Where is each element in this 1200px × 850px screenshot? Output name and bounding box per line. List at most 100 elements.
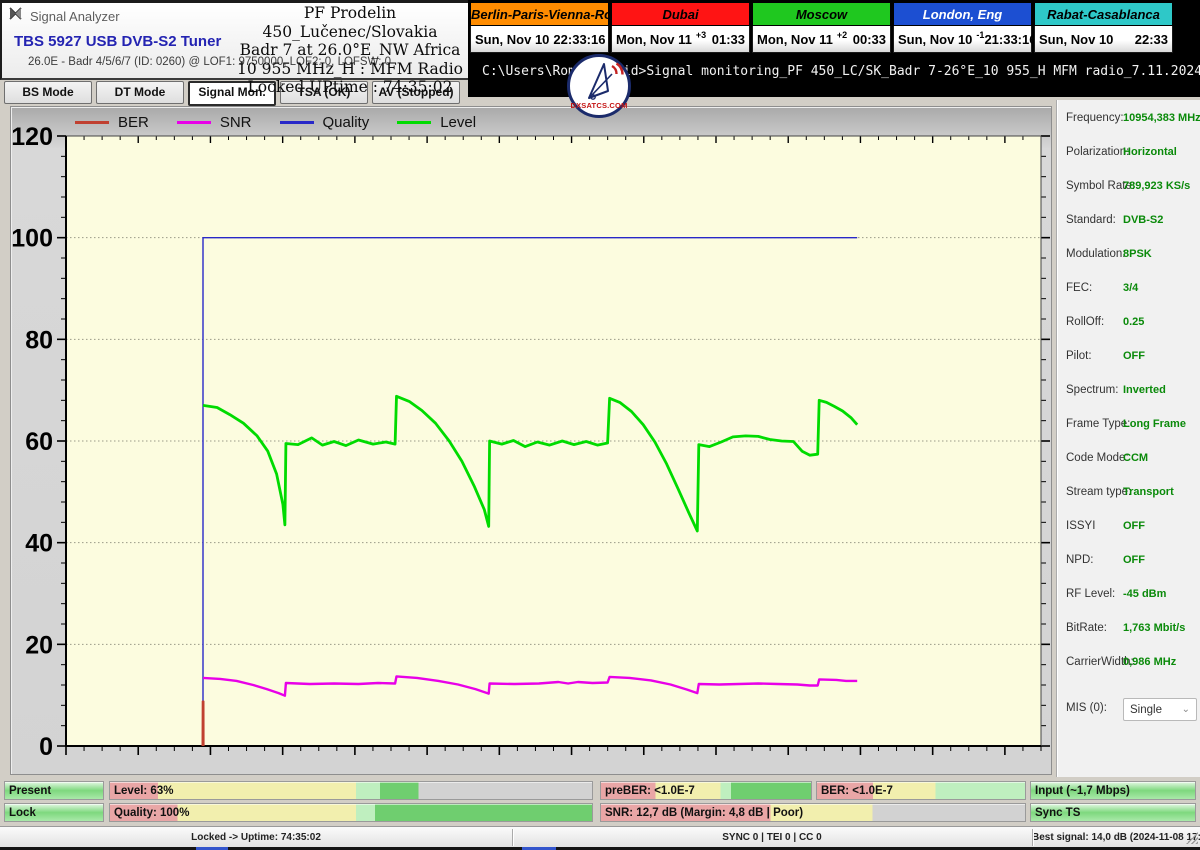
- dxsatcs-logo: DXSATCS.COM: [567, 54, 631, 118]
- snr-meter: SNR: 12,7 dB (Margin: 4,8 dB | Poor): [600, 803, 1026, 822]
- signal-info-row: RF Level: -45 dBm: [1066, 588, 1196, 604]
- tuner-name: TBS 5927 USB DVB-S2 Tuner: [14, 33, 222, 50]
- ber-meter-label: BER: <1.0E-7: [821, 784, 893, 797]
- level-meter: Level: 63%: [109, 781, 593, 800]
- caption-line-uptime: Locked UPtime : 74:35:02: [247, 78, 453, 96]
- signal-info-row: Frequency: 10954,383 MHz: [1066, 112, 1200, 128]
- preber-meter-label: preBER: <1.0E-7: [605, 784, 695, 797]
- titlebar: Signal Analyzer: [8, 6, 120, 26]
- signal-info-value: 10954,383 MHz: [1123, 112, 1200, 124]
- signal-info-value: OFF: [1123, 350, 1145, 362]
- signal-info-label: Code Mode:: [1066, 452, 1129, 464]
- ber-meter: BER: <1.0E-7: [816, 781, 1026, 800]
- signal-info-row: Frame Type: Long Frame: [1066, 418, 1196, 434]
- signal-info-value: 3/4: [1123, 282, 1139, 294]
- signal-info-label: RF Level:: [1066, 588, 1116, 600]
- signal-info-value: OFF: [1123, 554, 1145, 566]
- svg-text:100: 100: [11, 225, 53, 253]
- caption-line-satellite: Badr 7 at 26.0°E_NW Africa: [239, 41, 461, 59]
- clock-rabat: Rabat-Casablanca Sun, Nov 10 22:33: [1034, 2, 1173, 53]
- preber-meter: preBER: <1.0E-7: [600, 781, 812, 800]
- signal-info-value: OFF: [1123, 520, 1145, 532]
- chevron-down-icon: ⌄: [1181, 704, 1190, 715]
- bottom-statusbar: Locked -> Uptime: 74:35:02 SYNC 0 | TEI …: [0, 826, 1200, 847]
- clock-datetime: Sun, Nov 10 22:33: [1034, 26, 1173, 53]
- signal-chart: 0 20 40 60 80 100 120: [11, 123, 1050, 761]
- signal-info-label: Frame Type:: [1066, 418, 1131, 430]
- signal-info-label: Spectrum:: [1066, 384, 1119, 396]
- signal-info-label: FEC:: [1066, 282, 1093, 294]
- monitoring-caption: PF Prodelin 450_Lučenec/Slovakia Badr 7 …: [222, 4, 478, 97]
- signal-info-label: Pilot:: [1066, 350, 1092, 362]
- svg-text:20: 20: [25, 631, 53, 659]
- caption-line-frequency: 10 955 MHz_H : MFM Radio: [237, 59, 463, 78]
- signal-info-row: CarrierWidth: 0,986 MHz: [1066, 656, 1196, 672]
- signal-info-value: Long Frame: [1123, 418, 1186, 430]
- tab-bs-mode[interactable]: BS Mode: [4, 81, 92, 104]
- lock-indicator: Lock: [4, 803, 104, 822]
- statusbar-best-signal: Best signal: 14,0 dB (2024-11-08 17:49): [1032, 832, 1200, 843]
- window-title: Signal Analyzer: [30, 8, 120, 24]
- dxsatcs-logo-text: DXSATCS.COM: [570, 101, 628, 110]
- mis-label: MIS (0):: [1066, 702, 1107, 714]
- signal-info-value: 1,763 Mbit/s: [1123, 622, 1186, 634]
- clock-city-label: Moscow: [752, 2, 891, 26]
- signal-info-value: 789,923 KS/s: [1123, 180, 1191, 192]
- signal-info-value: 0,986 MHz: [1123, 656, 1177, 668]
- signal-info-row: FEC: 3/4: [1066, 282, 1196, 298]
- signal-info-label: Frequency:: [1066, 112, 1124, 124]
- signal-info-label: Stream type:: [1066, 486, 1132, 498]
- signal-info-row: BitRate: 1,763 Mbit/s: [1066, 622, 1196, 638]
- quality-meter: Quality: 100%: [109, 803, 593, 822]
- svg-text:0: 0: [39, 733, 53, 761]
- signal-info-value: -45 dBm: [1123, 588, 1167, 600]
- clock-london: London, Eng Sun, Nov 10 -1 21:33:16: [893, 2, 1036, 53]
- signal-chart-panel: BER SNR Quality Level 0 20 40 60 80 100 120: [10, 106, 1052, 775]
- signal-info-label: Standard:: [1066, 214, 1116, 226]
- signal-info-row: Standard: DVB-S2: [1066, 214, 1196, 230]
- present-indicator-label: Present: [9, 784, 52, 797]
- syncts-indicator: Sync TS: [1030, 803, 1196, 822]
- signal-info-row: ISSYI OFF: [1066, 520, 1196, 536]
- clock-datetime: Mon, Nov 11 +3 01:33: [611, 26, 750, 53]
- svg-text:120: 120: [11, 123, 53, 151]
- clock-datetime: Mon, Nov 11 +2 00:33: [752, 26, 891, 53]
- signal-info-label: Modulation:: [1066, 248, 1126, 260]
- signal-info-value: Transport: [1123, 486, 1174, 498]
- signal-info-row: Spectrum: Inverted: [1066, 384, 1196, 400]
- signal-info-label: RollOff:: [1066, 316, 1105, 328]
- clock-city-label: Rabat-Casablanca: [1034, 2, 1173, 26]
- clock-datetime: Sun, Nov 10 -1 21:33:16: [893, 26, 1036, 53]
- svg-text:40: 40: [25, 530, 53, 558]
- clock-datetime: Sun, Nov 10 22:33:16: [470, 26, 609, 53]
- signal-info-row: NPD: OFF: [1066, 554, 1196, 570]
- signal-info-value: 0.25: [1123, 316, 1145, 328]
- tab-dt-mode[interactable]: DT Mode: [96, 81, 184, 104]
- signal-info-row: Modulation: 8PSK: [1066, 248, 1196, 264]
- clock-moscow: Moscow Mon, Nov 11 +2 00:33: [752, 2, 891, 53]
- syncts-indicator-label: Sync TS: [1035, 806, 1081, 819]
- input-indicator-label: Input (~1,7 Mbps): [1035, 784, 1130, 797]
- snr-meter-label: SNR: 12,7 dB (Margin: 4,8 dB | Poor): [605, 806, 804, 819]
- signal-info-label: ISSYI: [1066, 520, 1096, 532]
- input-indicator: Input (~1,7 Mbps): [1030, 781, 1196, 800]
- clock-city-label: London, Eng: [893, 2, 1032, 26]
- resize-grip[interactable]: [1186, 832, 1198, 844]
- signal-info-row: Pilot: OFF: [1066, 350, 1196, 366]
- clock-city-label: Berlin-Paris-Vienna-Roma: [470, 2, 609, 26]
- signal-info-row: Stream type: Transport: [1066, 486, 1196, 502]
- clock-berlin: Berlin-Paris-Vienna-Roma Sun, Nov 10 22:…: [470, 2, 609, 53]
- caption-line-antenna: PF Prodelin 450_Lučenec/Slovakia: [262, 4, 438, 41]
- svg-text:80: 80: [25, 326, 53, 354]
- signal-info-label: BitRate:: [1066, 622, 1107, 634]
- clock-city-label: Dubai: [611, 2, 750, 26]
- present-indicator: Present: [4, 781, 104, 800]
- signal-info-label: NPD:: [1066, 554, 1094, 566]
- level-meter-label: Level: 63%: [114, 784, 174, 797]
- signal-info-value: 8PSK: [1123, 248, 1152, 260]
- signal-info-row: RollOff: 0.25: [1066, 316, 1196, 332]
- app-icon: [8, 6, 23, 26]
- statusbar-uptime: Locked -> Uptime: 74:35:02: [191, 832, 321, 843]
- mis-select[interactable]: Single ⌄: [1123, 698, 1197, 721]
- signal-info-value: DVB-S2: [1123, 214, 1164, 226]
